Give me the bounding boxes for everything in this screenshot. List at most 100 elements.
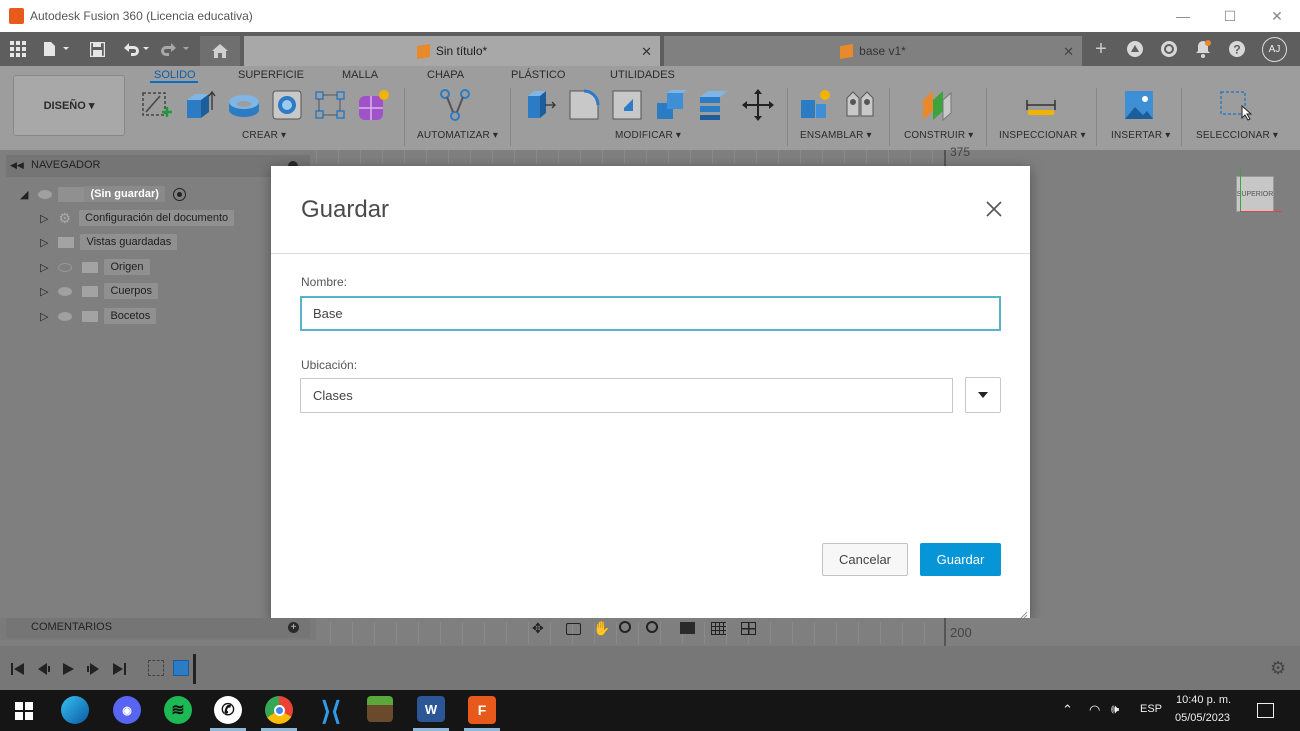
- close-icon[interactable]: [983, 198, 1005, 220]
- measure-icon[interactable]: [1024, 88, 1058, 122]
- revolve-icon[interactable]: [227, 88, 261, 122]
- go-to-end-icon[interactable]: [111, 662, 127, 676]
- save-icon[interactable]: [86, 38, 108, 60]
- tab-solido[interactable]: SOLIDO: [154, 69, 196, 81]
- volume-icon[interactable]: 🕪: [1111, 701, 1119, 717]
- offset-face-icon[interactable]: [697, 88, 731, 122]
- look-at-icon[interactable]: [566, 623, 581, 635]
- move-icon[interactable]: [741, 88, 775, 122]
- clock-date[interactable]: 05/05/2023: [1175, 712, 1230, 724]
- create-form-icon[interactable]: [356, 88, 390, 122]
- new-component-icon[interactable]: [798, 88, 832, 122]
- group-insertar[interactable]: INSERTAR ▾: [1111, 130, 1170, 141]
- fillet-icon[interactable]: [567, 88, 601, 122]
- network-icon[interactable]: ◠: [1089, 702, 1100, 718]
- edge-icon[interactable]: [61, 696, 89, 724]
- browser-root-row[interactable]: ◢ (Sin guardar): [20, 184, 186, 204]
- clock-time[interactable]: 10:40 p. m.: [1176, 694, 1231, 706]
- group-inspeccionar[interactable]: INSPECCIONAR ▾: [999, 130, 1086, 141]
- expand-triangle-icon[interactable]: ▷: [40, 261, 48, 274]
- eye-hidden-icon[interactable]: [58, 262, 73, 272]
- browser-item-origen[interactable]: ▷ Origen: [40, 257, 150, 277]
- close-tab-icon[interactable]: ✕: [1063, 44, 1074, 60]
- discord-icon[interactable]: ◉: [113, 696, 141, 724]
- activate-radio-icon[interactable]: [172, 187, 186, 201]
- step-back-icon[interactable]: [35, 662, 51, 676]
- spotify-icon[interactable]: ≋: [164, 696, 192, 724]
- name-field[interactable]: [300, 296, 1001, 331]
- maximize-button[interactable]: ☐: [1207, 0, 1253, 32]
- redo-icon[interactable]: [160, 38, 192, 60]
- browser-item-configuracion[interactable]: ▷ ⚙ Configuración del documento: [40, 208, 235, 228]
- offset-plane-icon[interactable]: [920, 88, 954, 122]
- browser-item-bocetos[interactable]: ▷ Bocetos: [40, 306, 157, 326]
- user-avatar[interactable]: AJ: [1262, 37, 1287, 62]
- pan-icon[interactable]: ✋: [593, 620, 610, 637]
- notifications-center-icon[interactable]: [1257, 703, 1274, 718]
- timeline-marker[interactable]: [193, 654, 196, 684]
- press-pull-icon[interactable]: [523, 88, 557, 122]
- minimize-button[interactable]: —: [1160, 0, 1206, 32]
- file-menu-icon[interactable]: [40, 38, 72, 60]
- zoom-icon[interactable]: [619, 621, 631, 633]
- windows-start-icon[interactable]: [15, 702, 33, 720]
- automate-icon[interactable]: [438, 88, 472, 122]
- step-forward-icon[interactable]: [86, 662, 102, 676]
- expand-triangle-icon[interactable]: ▷: [40, 310, 48, 323]
- create-sketch-icon[interactable]: [140, 88, 174, 122]
- vscode-icon[interactable]: ⟩⟨: [316, 696, 346, 726]
- job-status-icon[interactable]: [1158, 38, 1180, 60]
- group-crear[interactable]: CREAR ▾: [242, 130, 286, 141]
- tab-plastico[interactable]: PLÁSTICO: [511, 69, 565, 81]
- browser-item-vistas[interactable]: ▷ Vistas guardadas: [40, 232, 178, 252]
- go-to-start-icon[interactable]: [10, 662, 26, 676]
- expand-triangle-icon[interactable]: ▷: [40, 236, 48, 249]
- whatsapp-icon[interactable]: ✆: [214, 696, 242, 724]
- tab-base-v1[interactable]: base v1* ✕: [664, 36, 1082, 66]
- collapse-browser-icon[interactable]: ◀◀: [10, 160, 24, 171]
- viewcube[interactable]: SUPERIOR: [1236, 176, 1274, 212]
- app-grid-icon[interactable]: [7, 38, 29, 60]
- sketch-feature-icon[interactable]: [148, 660, 164, 676]
- browser-item-cuerpos[interactable]: ▷ Cuerpos: [40, 281, 159, 301]
- minecraft-icon[interactable]: [367, 696, 393, 722]
- play-icon[interactable]: [61, 662, 75, 676]
- pattern-icon[interactable]: [313, 88, 347, 122]
- home-tab[interactable]: [200, 36, 240, 66]
- close-tab-icon[interactable]: ✕: [641, 44, 652, 60]
- language-indicator[interactable]: ESP: [1140, 703, 1162, 715]
- viewports-icon[interactable]: [741, 622, 756, 635]
- extensions-icon[interactable]: [1124, 38, 1146, 60]
- cancel-button[interactable]: Cancelar: [822, 543, 908, 576]
- location-field[interactable]: [300, 378, 953, 413]
- tab-chapa[interactable]: CHAPA: [427, 69, 464, 81]
- help-icon[interactable]: ?: [1226, 38, 1248, 60]
- undo-icon[interactable]: [120, 38, 152, 60]
- expand-triangle-icon[interactable]: ▷: [40, 285, 48, 298]
- collapse-triangle-icon[interactable]: ◢: [20, 188, 28, 201]
- extrude-feature-icon[interactable]: [173, 660, 189, 676]
- joint-icon[interactable]: [842, 88, 876, 122]
- close-window-button[interactable]: ✕: [1254, 0, 1300, 32]
- chamfer-icon[interactable]: [610, 88, 644, 122]
- extrude-icon[interactable]: [183, 88, 217, 122]
- location-dropdown-button[interactable]: [965, 377, 1001, 413]
- group-automatizar[interactable]: AUTOMATIZAR ▾: [417, 130, 498, 141]
- insert-image-icon[interactable]: [1122, 88, 1156, 122]
- eye-icon[interactable]: [38, 189, 53, 199]
- hole-icon[interactable]: [270, 88, 304, 122]
- orbit-icon[interactable]: ✥: [532, 620, 544, 637]
- tab-sin-titulo[interactable]: Sin título* ✕: [244, 36, 660, 66]
- workspace-switcher[interactable]: DISEÑO ▾: [13, 75, 125, 136]
- chrome-icon[interactable]: [265, 696, 293, 724]
- tab-malla[interactable]: MALLA: [342, 69, 378, 81]
- group-seleccionar[interactable]: SELECCIONAR ▾: [1196, 130, 1278, 141]
- save-button[interactable]: Guardar: [920, 543, 1001, 576]
- display-settings-icon[interactable]: [680, 622, 695, 634]
- group-construir[interactable]: CONSTRUIR ▾: [904, 130, 973, 141]
- notifications-icon[interactable]: [1192, 38, 1214, 60]
- combine-icon[interactable]: [654, 88, 688, 122]
- fusion360-taskbar-icon[interactable]: F: [468, 696, 496, 724]
- grid-icon[interactable]: [711, 622, 726, 635]
- settings-gear-icon[interactable]: ⚙: [1270, 658, 1286, 679]
